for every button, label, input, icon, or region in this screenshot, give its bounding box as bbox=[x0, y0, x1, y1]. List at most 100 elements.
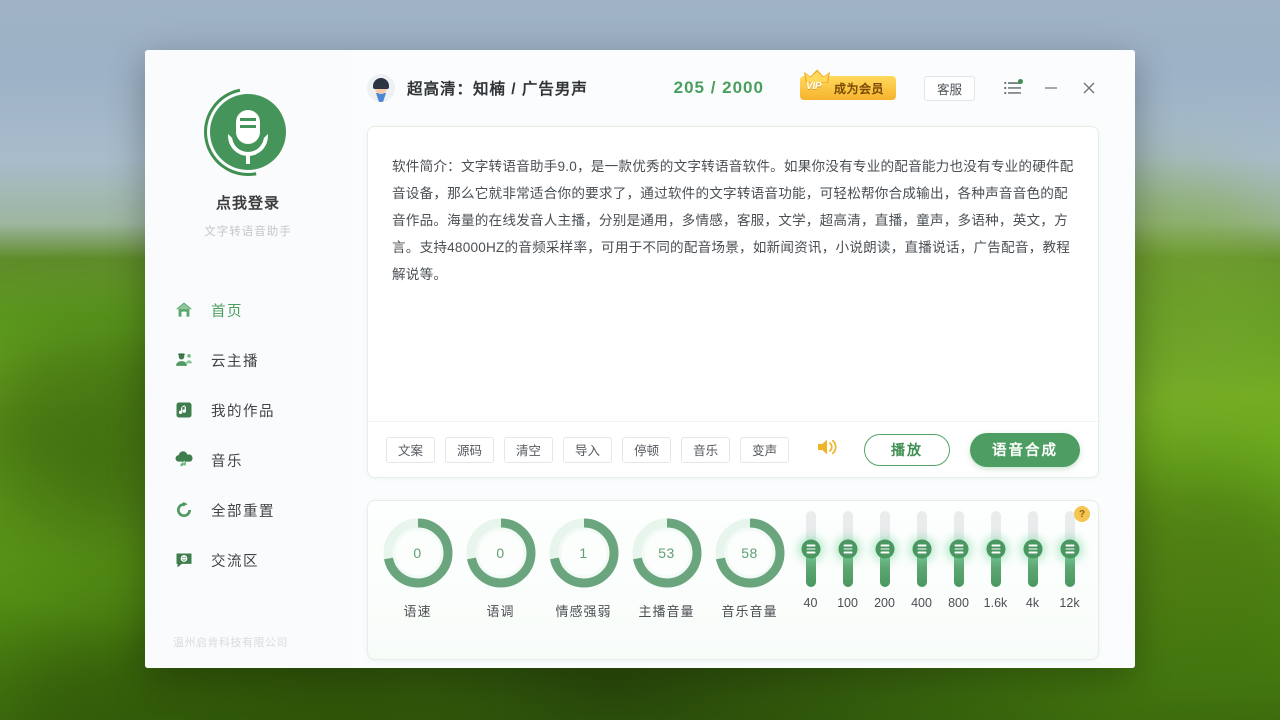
music-icon bbox=[173, 449, 195, 471]
works-icon bbox=[173, 399, 195, 421]
equalizer-slider[interactable] bbox=[1023, 511, 1042, 587]
slider-thumb[interactable] bbox=[949, 539, 968, 559]
sidebar-item-reset-all[interactable]: 全部重置 bbox=[173, 485, 351, 535]
text-editor-content[interactable]: 软件简介：文字转语音助手9.0，是一款优秀的文字转语音软件。如果你没有专业的配音… bbox=[368, 127, 1098, 421]
text-editor-panel: 软件简介：文字转语音助手9.0，是一款优秀的文字转语音软件。如果你没有专业的配音… bbox=[367, 126, 1099, 478]
slider-thumb[interactable] bbox=[986, 539, 1005, 559]
close-icon[interactable] bbox=[1079, 78, 1099, 98]
equalizer-label: 40 bbox=[803, 596, 818, 610]
community-icon bbox=[173, 549, 195, 571]
customer-support-button[interactable]: 客服 bbox=[923, 75, 975, 101]
equalizer-slider[interactable] bbox=[986, 511, 1005, 587]
gauge-cell: 58 音乐音量 bbox=[708, 517, 791, 620]
sidebar-nav: 首页 云主播 我的作品 音乐 全部重置 交流区 bbox=[145, 285, 351, 585]
sidebar-item-label: 我的作品 bbox=[211, 403, 275, 420]
gauge-cell: 53 主播音量 bbox=[625, 517, 708, 620]
equalizer-label: 100 bbox=[837, 596, 858, 610]
slider-thumb[interactable] bbox=[838, 539, 857, 559]
equalizer-slider[interactable] bbox=[949, 511, 968, 587]
title-bar: 超高清：知楠 / 广告男声 205 / 2000 VIP 成为会员 客服 bbox=[357, 50, 1099, 126]
help-question-icon[interactable]: ? bbox=[1074, 506, 1090, 522]
list-menu-icon[interactable] bbox=[1003, 78, 1023, 98]
slider-thumb[interactable] bbox=[1060, 539, 1079, 559]
window-controls bbox=[1003, 78, 1099, 98]
sidebar-item-community[interactable]: 交流区 bbox=[173, 535, 351, 585]
equalizer-label: 1.6k bbox=[983, 596, 1008, 610]
gauge-cell: 0 语速 bbox=[376, 517, 459, 620]
selected-voice-title: 超高清：知楠 / 广告男声 bbox=[407, 81, 588, 98]
sidebar-item-cloud-anchor[interactable]: 云主播 bbox=[173, 335, 351, 385]
clear-button[interactable]: 清空 bbox=[504, 436, 554, 463]
minimize-icon[interactable] bbox=[1041, 78, 1061, 98]
home-icon bbox=[173, 299, 195, 321]
gauge-label: 语速 bbox=[403, 604, 432, 619]
gauge-cell: 0 语调 bbox=[459, 517, 542, 620]
tool-label: 源码 bbox=[457, 444, 483, 458]
gauge-label: 音乐音量 bbox=[721, 604, 778, 619]
equalizer-cell: 100 bbox=[829, 511, 866, 610]
sidebar-item-label: 音乐 bbox=[211, 453, 243, 470]
equalizer-slider[interactable] bbox=[875, 511, 894, 587]
equalizer-slider[interactable] bbox=[801, 511, 820, 587]
equalizer-label: 200 bbox=[874, 596, 895, 610]
gauge-dial[interactable]: 0 bbox=[382, 517, 454, 589]
slider-thumb[interactable] bbox=[912, 539, 931, 559]
gauge-label: 主播音量 bbox=[638, 604, 695, 619]
equalizer-cell: 40 bbox=[792, 511, 829, 610]
equalizer-label: 800 bbox=[948, 596, 969, 610]
gauge-value: 0 bbox=[413, 545, 422, 561]
pause-button[interactable]: 停顿 bbox=[622, 436, 672, 463]
slider-thumb[interactable] bbox=[875, 539, 894, 559]
equalizer-group: 40 100 200 400 800 1.6k 4k 12k bbox=[792, 511, 1092, 610]
customer-support-label: 客服 bbox=[936, 82, 962, 97]
gauge-cell: 1 情感强弱 bbox=[542, 517, 625, 620]
slider-thumb[interactable] bbox=[1023, 539, 1042, 559]
equalizer-label: 4k bbox=[1025, 596, 1040, 610]
gauge-dial[interactable]: 58 bbox=[714, 517, 786, 589]
sidebar-item-my-works[interactable]: 我的作品 bbox=[173, 385, 351, 435]
equalizer-slider[interactable] bbox=[1060, 511, 1079, 587]
equalizer-cell: 4k bbox=[1014, 511, 1051, 610]
editor-toolbar: 文案 源码 清空 导入 停顿 音乐 变声 播放 语音合成 bbox=[368, 421, 1098, 477]
sidebar-item-label: 首页 bbox=[211, 303, 243, 320]
notification-dot bbox=[1018, 79, 1023, 84]
tool-label: 导入 bbox=[575, 444, 601, 458]
login-button[interactable]: 点我登录 bbox=[145, 192, 351, 213]
synthesize-button[interactable]: 语音合成 bbox=[970, 432, 1080, 467]
equalizer-cell: 1.6k bbox=[977, 511, 1014, 610]
source-code-button[interactable]: 源码 bbox=[445, 436, 495, 463]
play-label: 播放 bbox=[891, 441, 923, 458]
sidebar-item-label: 交流区 bbox=[211, 553, 259, 570]
gauge-dial[interactable]: 53 bbox=[631, 517, 703, 589]
slider-thumb[interactable] bbox=[801, 539, 820, 559]
character-counter: 205 / 2000 bbox=[673, 78, 764, 97]
vip-label: VIP bbox=[805, 81, 822, 92]
equalizer-label: 400 bbox=[911, 596, 932, 610]
main-content: 超高清：知楠 / 广告男声 205 / 2000 VIP 成为会员 客服 软件简… bbox=[351, 50, 1135, 668]
gauge-dial[interactable]: 1 bbox=[548, 517, 620, 589]
play-button[interactable]: 播放 bbox=[864, 433, 950, 466]
gauge-value: 0 bbox=[496, 545, 505, 561]
speaker-volume-icon[interactable] bbox=[816, 436, 842, 463]
copywriting-button[interactable]: 文案 bbox=[386, 436, 436, 463]
gauge-label: 语调 bbox=[486, 604, 515, 619]
equalizer-slider[interactable] bbox=[838, 511, 857, 587]
music-insert-button[interactable]: 音乐 bbox=[681, 436, 731, 463]
sidebar-item-label: 全部重置 bbox=[211, 503, 275, 520]
tool-label: 文案 bbox=[398, 444, 424, 458]
sidebar-item-home[interactable]: 首页 bbox=[173, 285, 351, 335]
gauge-dial[interactable]: 0 bbox=[465, 517, 537, 589]
equalizer-label: 12k bbox=[1059, 596, 1080, 610]
anchor-icon bbox=[173, 349, 195, 371]
become-member-button[interactable]: VIP 成为会员 bbox=[799, 69, 896, 100]
sidebar-item-music[interactable]: 音乐 bbox=[173, 435, 351, 485]
become-member-label: 成为会员 bbox=[833, 81, 884, 96]
import-button[interactable]: 导入 bbox=[563, 436, 613, 463]
gauge-value: 58 bbox=[741, 545, 758, 561]
voice-change-button[interactable]: 变声 bbox=[740, 436, 790, 463]
company-footer: 温州启肯科技有限公司 bbox=[173, 637, 288, 649]
equalizer-cell: 12k bbox=[1051, 511, 1088, 610]
equalizer-cell: 400 bbox=[903, 511, 940, 610]
equalizer-slider[interactable] bbox=[912, 511, 931, 587]
gauge-value: 1 bbox=[579, 545, 588, 561]
